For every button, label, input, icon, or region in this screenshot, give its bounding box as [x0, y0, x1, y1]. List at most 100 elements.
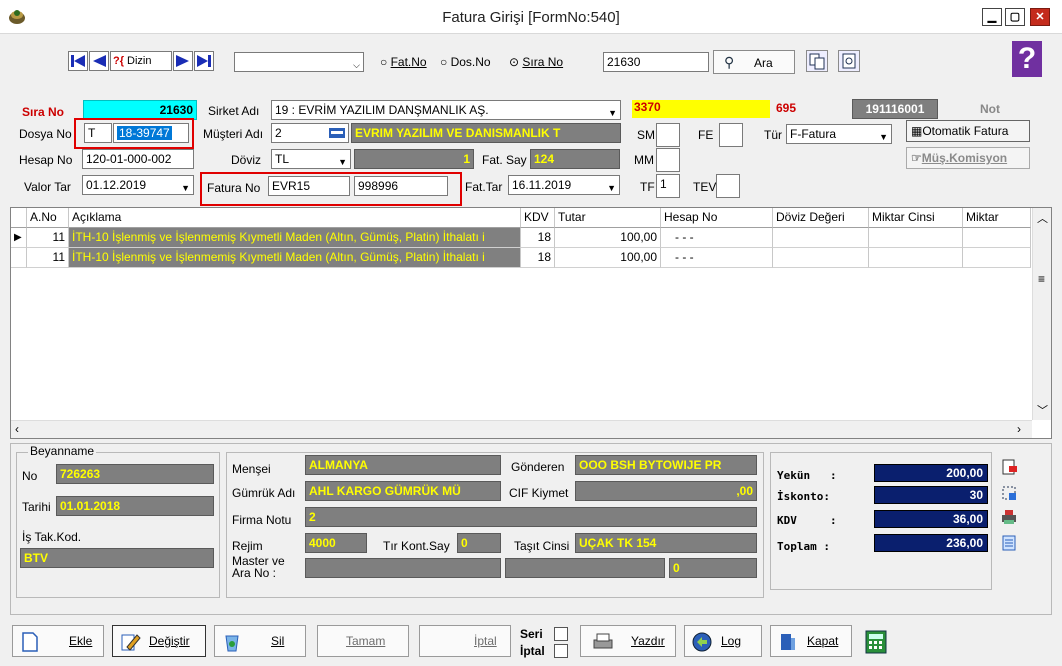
radio-empty-icon: ○	[380, 55, 388, 69]
degistir-button[interactable]: Değiştir	[112, 625, 206, 657]
sira-no-label: Sıra No	[22, 105, 65, 119]
radio-selected-icon: ⊙	[509, 55, 520, 69]
preview-icon[interactable]	[838, 50, 860, 72]
dosya-prefix-field[interactable]: T	[84, 123, 112, 143]
scroll-left-icon[interactable]: ‹	[15, 422, 19, 436]
row-indicator-icon[interactable]: ▶	[11, 228, 27, 248]
valor-tar-field[interactable]: 01.12.2019 ▼	[82, 175, 194, 195]
mensei-label: Menşei	[232, 462, 271, 476]
fat-tar-field[interactable]: 16.11.2019 ▼	[508, 175, 620, 195]
fatura-no-field[interactable]: EVR15	[268, 176, 350, 196]
scroll-right-icon[interactable]: ›	[1017, 422, 1021, 436]
tf-field[interactable]: 1	[656, 174, 680, 198]
fatura-no2-field[interactable]: 998996	[354, 176, 448, 196]
cell-hesap-no[interactable]: - - -	[661, 228, 773, 248]
yazdir-button[interactable]: Yazdır	[580, 625, 676, 657]
otomatik-fatura-button[interactable]: ▦Otomatik Fatura	[906, 120, 1030, 142]
tamam-button[interactable]: Tamam	[317, 625, 409, 657]
dosya-no-field[interactable]: 18-39747	[113, 123, 189, 143]
maximize-button[interactable]: ▢	[1005, 8, 1025, 26]
cell-aciklama[interactable]: İTH-10 İşlenmiş ve İşlenmemiş Kıymetli M…	[69, 228, 521, 248]
scroll-grip-icon[interactable]: ≡	[1038, 272, 1045, 286]
prev-record-button[interactable]	[89, 51, 109, 71]
fe-field[interactable]	[719, 123, 743, 147]
kapat-button[interactable]: Kapat	[770, 625, 852, 657]
first-record-button[interactable]	[68, 51, 88, 71]
printer-icon[interactable]	[1000, 508, 1018, 526]
doc-export-icon[interactable]	[1000, 458, 1018, 476]
notes-icon[interactable]	[1000, 534, 1018, 552]
cell-kdv[interactable]: 18	[521, 248, 555, 268]
sm-label: SM	[637, 128, 655, 142]
beyanname-title: Beyanname	[28, 444, 97, 458]
minimize-button[interactable]: ▁	[982, 8, 1002, 26]
recycle-bin-icon	[225, 635, 239, 652]
cell-doviz-degeri[interactable]	[773, 248, 869, 268]
cell-miktar[interactable]	[963, 228, 1031, 248]
help-icon[interactable]: ?	[1012, 41, 1042, 77]
chevron-down-icon: ⌵	[353, 60, 360, 70]
iptal-checkbox[interactable]	[554, 644, 568, 658]
sil-button[interactable]: Sil	[214, 625, 306, 657]
col-kdv[interactable]: KDV	[521, 208, 555, 228]
dizin-button[interactable]: ?{Dizin	[110, 51, 172, 71]
log-button[interactable]: Log	[684, 625, 762, 657]
row-indicator[interactable]	[11, 248, 27, 268]
scroll-up-icon[interactable]: ︿	[1037, 210, 1048, 226]
col-aciklama[interactable]: Açıklama	[69, 208, 521, 228]
cell-tutar[interactable]: 100,00	[555, 248, 661, 268]
tev-field[interactable]	[716, 174, 740, 198]
hesap-no-field[interactable]: 120-01-000-002	[82, 149, 194, 169]
col-ano[interactable]: A.No	[27, 208, 69, 228]
cell-miktar-cinsi[interactable]	[869, 248, 963, 268]
gonderen-field: OOO BSH BYTOWIJE PR	[575, 455, 757, 475]
horizontal-scrollbar[interactable]: ‹ ›	[11, 420, 1032, 438]
search-mode-sirano[interactable]: ⊙ Sıra No	[509, 55, 563, 69]
cell-tutar[interactable]: 100,00	[555, 228, 661, 248]
iptal-button[interactable]: İptal	[419, 625, 511, 657]
next-record-button[interactable]	[173, 51, 193, 71]
sira-no-field: 21630	[83, 100, 197, 120]
cell-kdv[interactable]: 18	[521, 228, 555, 248]
last-record-button[interactable]	[194, 51, 214, 71]
cell-miktar[interactable]	[963, 248, 1031, 268]
calculator-icon[interactable]	[864, 630, 888, 654]
sirket-adi-label: Sirket Adı	[208, 104, 260, 118]
search-button[interactable]: ⚲ Ara	[713, 50, 795, 74]
col-tutar[interactable]: Tutar	[555, 208, 661, 228]
tur-combo[interactable]: F-Fatura ▼	[786, 124, 892, 144]
cell-hesap-no[interactable]: - - -	[661, 248, 773, 268]
sirket-adi-combo[interactable]: 19 : EVRİM YAZILIM DANŞMANLIK AŞ. ▼	[271, 100, 621, 120]
col-miktar[interactable]: Miktar	[963, 208, 1031, 228]
customer-lookup-icon[interactable]	[328, 124, 346, 142]
cell-ano[interactable]: 11	[27, 228, 69, 248]
search-input[interactable]: 21630	[603, 52, 709, 72]
mm-field[interactable]	[656, 148, 680, 172]
ekle-button[interactable]: Ekle	[12, 625, 104, 657]
master-field	[305, 558, 501, 578]
valor-tar-label: Valor Tar	[24, 180, 71, 194]
copy-icon[interactable]	[806, 50, 828, 72]
cell-miktar-cinsi[interactable]	[869, 228, 963, 248]
close-button[interactable]: ✕	[1030, 8, 1050, 26]
hesap-no-label: Hesap No	[19, 153, 73, 167]
select-icon[interactable]	[1000, 484, 1018, 502]
search-mode-fatno[interactable]: ○ Fat.No	[380, 55, 427, 69]
scroll-down-icon[interactable]: ﹀	[1037, 402, 1048, 418]
not-label: Not	[980, 102, 1000, 116]
tev-label: TEV	[693, 180, 717, 194]
doviz-combo[interactable]: TL ▼	[271, 149, 351, 169]
search-mode-dosno[interactable]: ○ Dos.No	[440, 55, 491, 69]
col-miktar-cinsi[interactable]: Miktar Cinsi	[869, 208, 963, 228]
col-hesap-no[interactable]: Hesap No	[661, 208, 773, 228]
cell-doviz-degeri[interactable]	[773, 228, 869, 248]
col-doviz-degeri[interactable]: Döviz Değeri	[773, 208, 869, 228]
sm-field[interactable]	[656, 123, 680, 147]
seri-checkbox[interactable]	[554, 627, 568, 641]
cell-ano[interactable]: 11	[27, 248, 69, 268]
mus-komisyon-button[interactable]: ☞Müş.Komisyon	[906, 147, 1030, 169]
vertical-scrollbar[interactable]: ︿ ≡ ﹀	[1032, 208, 1051, 420]
record-combo[interactable]: ⌵	[234, 52, 364, 72]
cell-aciklama[interactable]: İTH-10 İşlenmiş ve İşlenmemiş Kıymetli M…	[69, 248, 521, 268]
rejim-label: Rejim	[232, 539, 263, 553]
